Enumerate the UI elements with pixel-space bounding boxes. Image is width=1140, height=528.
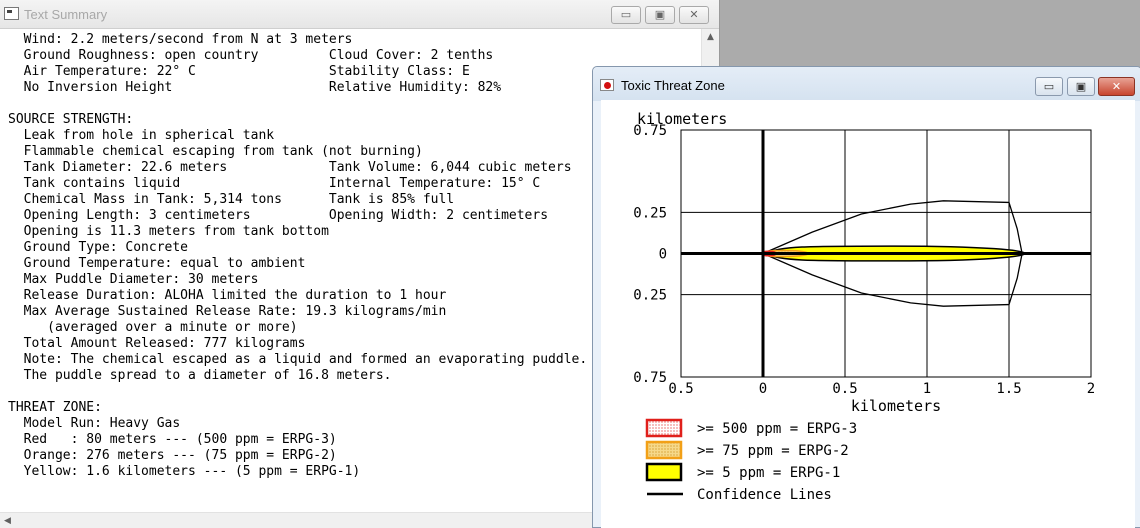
summary-line: Ground Type: Concrete	[8, 240, 189, 255]
summary-line: Yellow: 1.6 kilometers --- (5 ppm = ERPG…	[8, 464, 361, 479]
summary-line: SOURCE STRENGTH:	[8, 112, 134, 127]
legend-label: >= 500 ppm = ERPG-3	[697, 421, 857, 437]
x-tick-label: 0	[759, 381, 767, 397]
y-tick-label: 0	[659, 247, 667, 263]
legend-label: >= 75 ppm = ERPG-2	[697, 443, 849, 459]
summary-line: Note: The chemical escaped as a liquid a…	[8, 352, 588, 367]
summary-line: Total Amount Released: 777 kilograms	[8, 336, 306, 351]
threat-zone-chart: kilometerskilometers0.750.2500.250.750.5…	[633, 110, 1095, 503]
legend-swatch	[645, 440, 683, 460]
summary-line: Chemical Mass in Tank: 5,314 tons Tank i…	[8, 192, 455, 207]
summary-line: Model Run: Heavy Gas	[8, 416, 181, 431]
legend-swatch	[645, 418, 683, 438]
close-button[interactable]: ✕	[679, 6, 709, 24]
window-title: Text Summary	[24, 7, 108, 22]
legend-label: Confidence Lines	[697, 487, 832, 503]
y-tick-label: 0.25	[633, 288, 667, 304]
legend-swatch	[645, 462, 683, 482]
x-tick-label: 0.5	[832, 381, 857, 397]
summary-line: No Inversion Height Relative Humidity: 8…	[8, 80, 502, 95]
summary-line: Ground Roughness: open country Cloud Cov…	[8, 48, 494, 63]
maximize-button[interactable]: ▣	[1067, 77, 1095, 96]
summary-line: The puddle spread to a diameter of 16.8 …	[8, 368, 392, 383]
summary-line: Ground Temperature: equal to ambient	[8, 256, 306, 271]
close-button[interactable]: ✕	[1098, 77, 1135, 96]
summary-line: (averaged over a minute or more)	[8, 320, 298, 335]
minimize-button[interactable]: ▭	[1035, 77, 1063, 96]
summary-line: Air Temperature: 22° C Stability Class: …	[8, 64, 470, 79]
summary-line: Leak from hole in spherical tank	[8, 128, 275, 143]
toxic-threat-zone-window: Toxic Threat Zone ▭ ▣ ✕ kilometers kilome…	[592, 66, 1140, 528]
y-tick-label: 0.25	[633, 205, 667, 221]
summary-line: Flammable chemical escaping from tank (n…	[8, 144, 423, 159]
maximize-button[interactable]: ▣	[645, 6, 675, 24]
x-axis-label: kilometers	[851, 397, 941, 415]
summary-line: Tank contains liquid Internal Temperatur…	[8, 176, 541, 191]
y-tick-label: 0.75	[633, 123, 667, 139]
scroll-up-icon[interactable]: ▲	[707, 32, 714, 42]
summary-line: Wind: 2.2 meters/second from N at 3 mete…	[8, 32, 353, 47]
summary-line: Release Duration: ALOHA limited the dura…	[8, 288, 447, 303]
summary-line: Max Average Sustained Release Rate: 19.3…	[8, 304, 447, 319]
y-tick-label: 0.75	[633, 370, 667, 386]
summary-line: Orange: 276 meters --- (75 ppm = ERPG-2)	[8, 448, 337, 463]
window-icon	[4, 7, 19, 20]
x-tick-label: 1.5	[996, 381, 1021, 397]
summary-line: Tank Diameter: 22.6 meters Tank Volume: …	[8, 160, 572, 175]
window-title: Toxic Threat Zone	[621, 78, 725, 93]
x-tick-label: 1	[923, 381, 931, 397]
app-icon	[600, 79, 614, 91]
summary-line: Opening Length: 3 centimeters Opening Wi…	[8, 208, 549, 223]
summary-line: Opening is 11.3 meters from tank bottom	[8, 224, 329, 239]
x-tick-label: 0.5	[668, 381, 693, 397]
scroll-left-icon[interactable]: ◀	[4, 516, 11, 526]
x-tick-label: 2	[1087, 381, 1095, 397]
summary-line: THREAT ZONE:	[8, 400, 102, 415]
legend-label: >= 5 ppm = ERPG-1	[697, 465, 840, 481]
minimize-button[interactable]: ▭	[611, 6, 641, 24]
title-bar[interactable]: Toxic Threat Zone ▭ ▣ ✕	[593, 67, 1140, 101]
title-bar[interactable]: Text Summary ▭ ▣ ✕	[0, 0, 719, 29]
summary-line: Red : 80 meters --- (500 ppm = ERPG-3)	[8, 432, 337, 447]
summary-line: Max Puddle Diameter: 30 meters	[8, 272, 259, 287]
threat-zone-plot-area: kilometers kilometers 0.75 0.25 0 0.25 0.75 0.5…	[601, 100, 1135, 528]
